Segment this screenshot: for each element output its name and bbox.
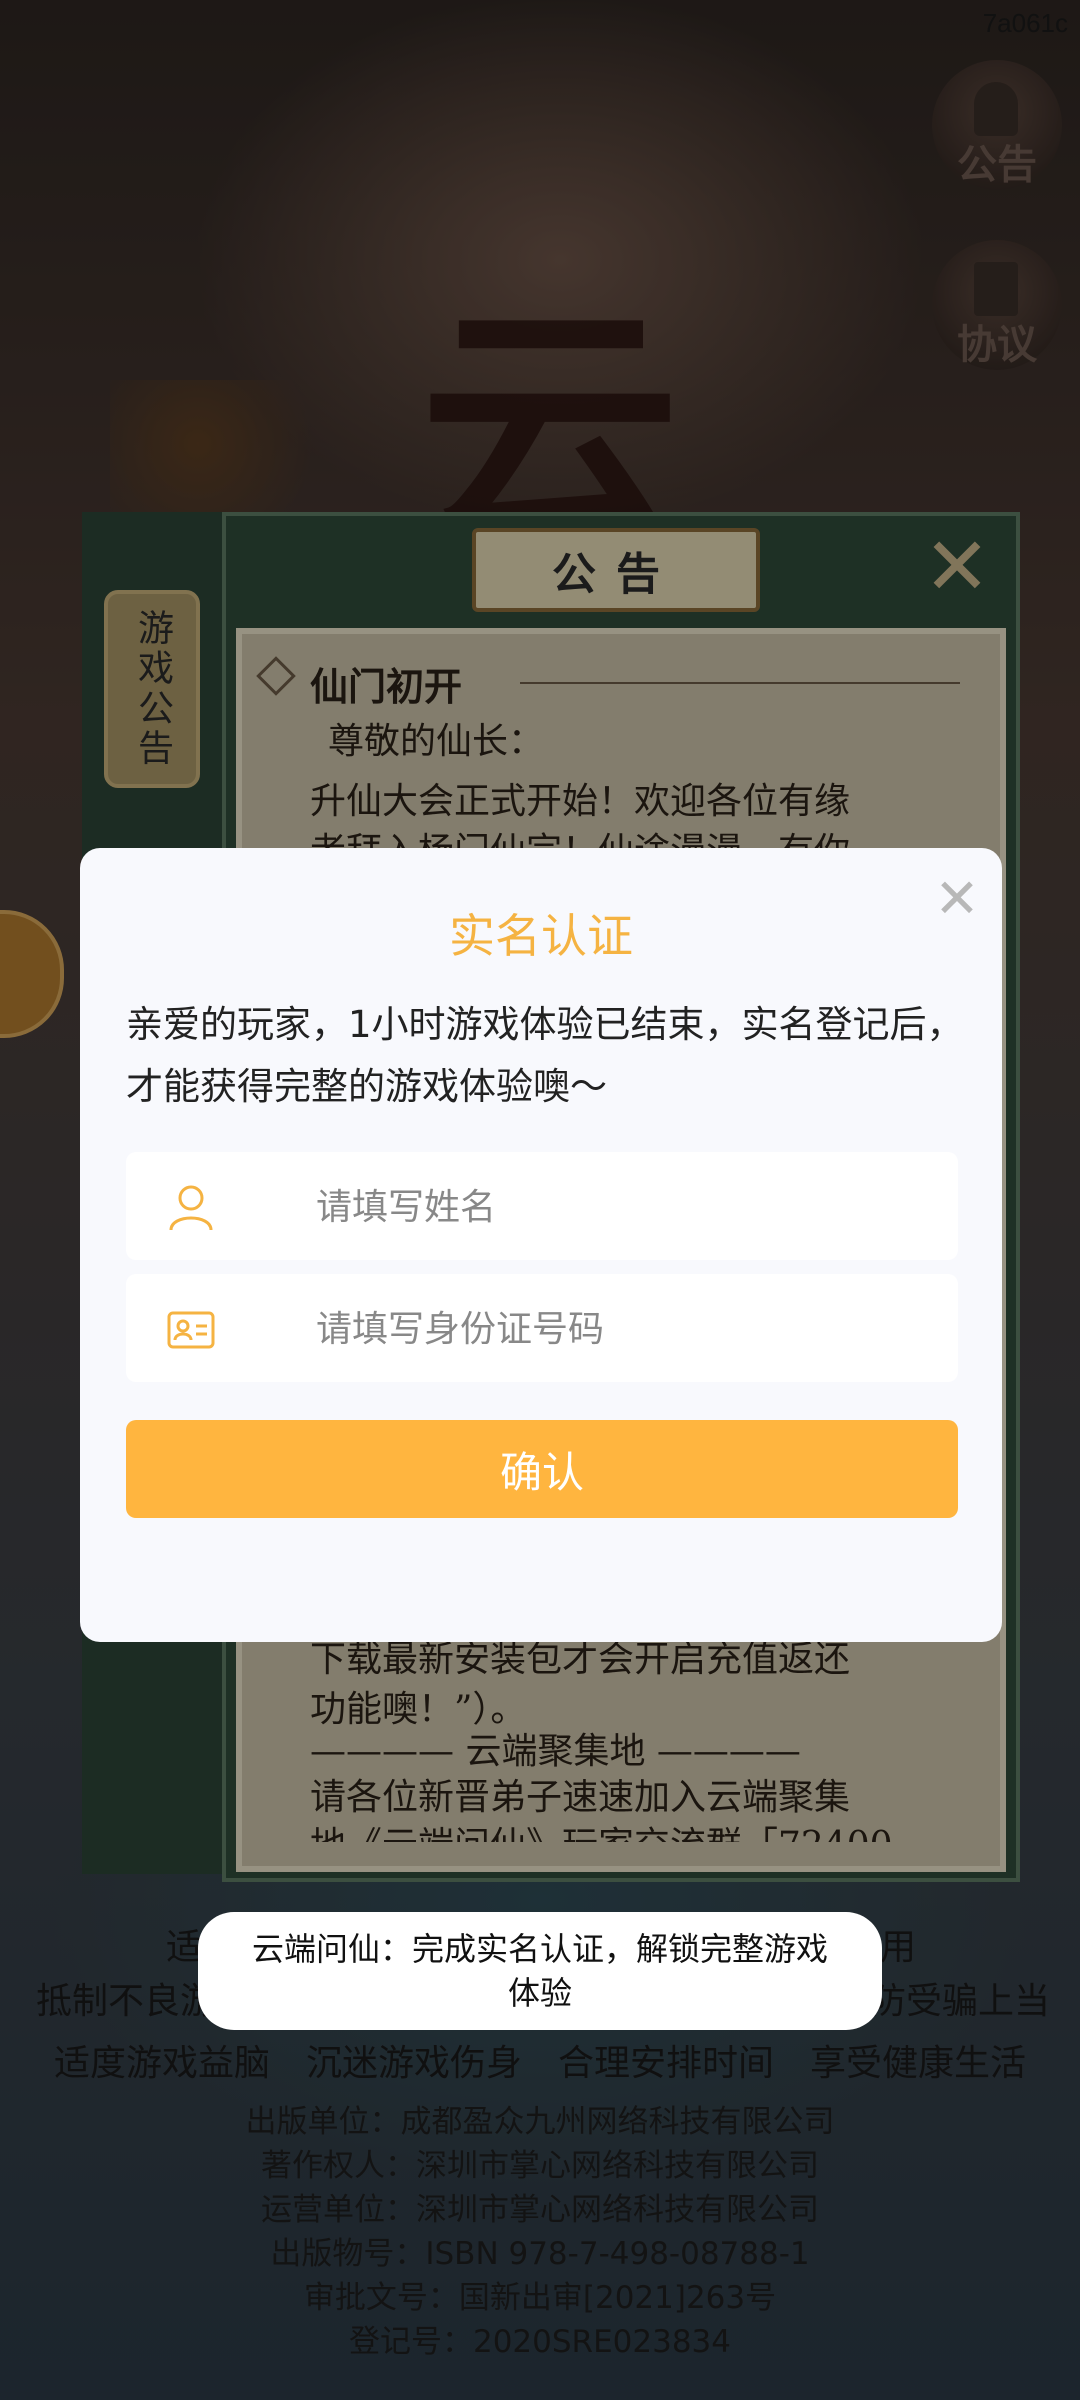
screen-id-label: 7a061c	[982, 8, 1068, 38]
modal-message-line: 才能获得完整的游戏体验噢～	[126, 1065, 607, 1108]
modal-title: 实名认证	[449, 909, 633, 963]
name-field[interactable]	[126, 1152, 958, 1262]
toast-message: 云端问仙：完成实名认证，解锁完整游戏体验	[198, 1912, 882, 2030]
id-field[interactable]	[126, 1274, 958, 1384]
confirm-button[interactable]: 确认	[126, 1420, 958, 1518]
modal-message-line: 亲爱的玩家，1小时游戏体验已结束，实名登记后，	[126, 1003, 964, 1046]
name-input[interactable]	[314, 1152, 938, 1262]
id-card-icon	[167, 1311, 215, 1349]
user-icon	[169, 1185, 213, 1231]
id-number-input[interactable]	[314, 1274, 938, 1384]
modal-message: 亲爱的玩家，1小时游戏体验已结束，实名登记后， 才能获得完整的游戏体验噢～	[126, 994, 966, 1118]
